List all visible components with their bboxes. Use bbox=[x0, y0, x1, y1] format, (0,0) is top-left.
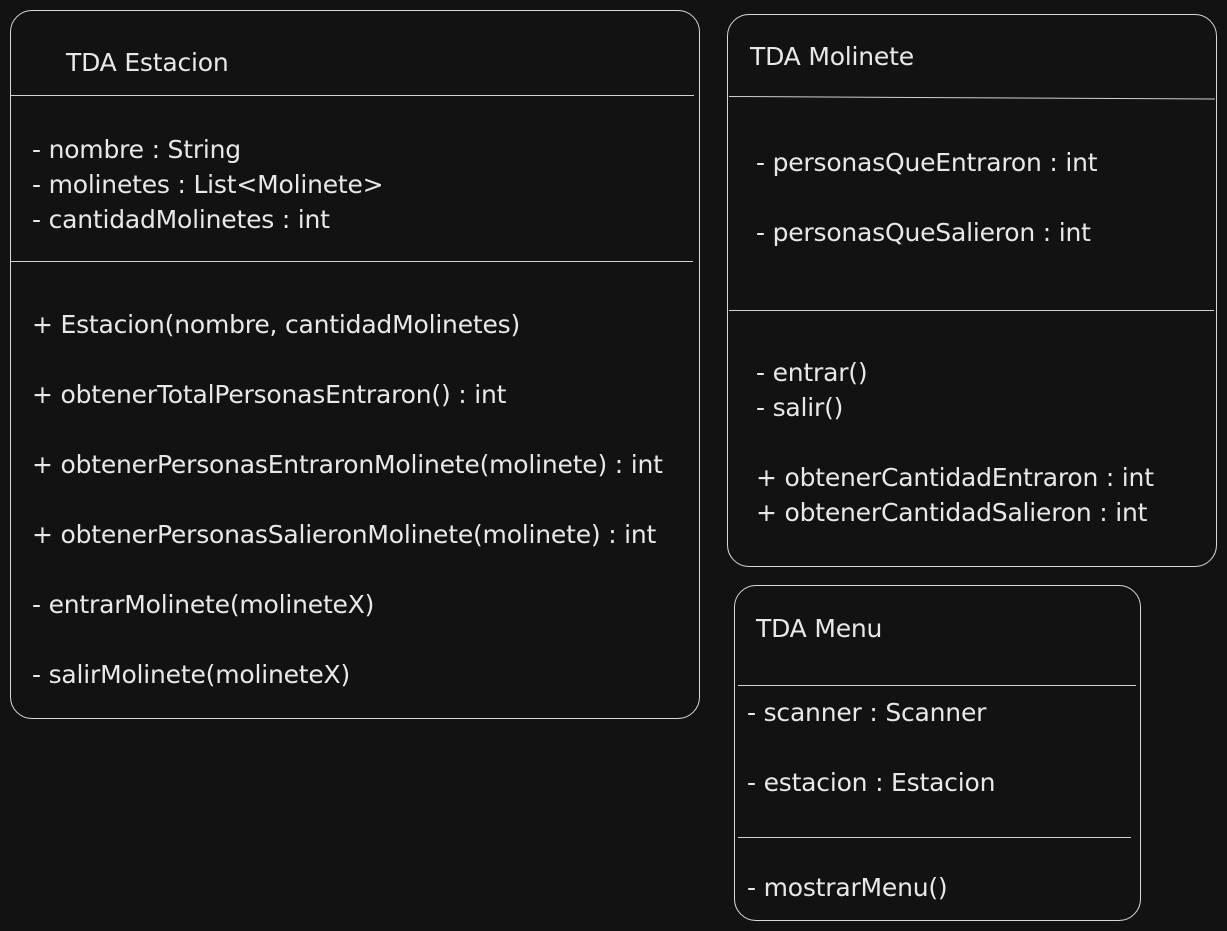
method-obtener-personas-salieron-molinete: + obtenerPersonasSalieronMolinete(moline… bbox=[32, 520, 657, 549]
class-title-molinete: TDA Molinete bbox=[750, 42, 914, 71]
attribute-nombre: - nombre : String bbox=[32, 135, 241, 164]
attributes-divider-estacion bbox=[11, 261, 693, 262]
attribute-molinetes: - molinetes : List<Molinete> bbox=[32, 170, 384, 199]
title-divider-menu bbox=[738, 685, 1136, 686]
method-constructor-estacion: + Estacion(nombre, cantidadMolinetes) bbox=[32, 310, 521, 339]
attribute-personas-que-salieron: - personasQueSalieron : int bbox=[756, 218, 1091, 247]
attribute-personas-que-entraron: - personasQueEntraron : int bbox=[756, 148, 1098, 177]
class-title-menu: TDA Menu bbox=[756, 614, 883, 643]
method-entrar: - entrar() bbox=[756, 358, 868, 387]
method-obtener-cantidad-entraron: + obtenerCantidadEntraron : int bbox=[756, 463, 1154, 492]
class-title-estacion: TDA Estacion bbox=[66, 48, 229, 77]
title-divider-estacion bbox=[11, 95, 694, 96]
method-mostrar-menu: - mostrarMenu() bbox=[747, 873, 948, 902]
method-obtener-cantidad-salieron: + obtenerCantidadSalieron : int bbox=[756, 498, 1148, 527]
method-obtener-personas-entraron-molinete: + obtenerPersonasEntraronMolinete(moline… bbox=[32, 450, 663, 479]
method-obtener-total-personas-entraron: + obtenerTotalPersonasEntraron() : int bbox=[32, 380, 507, 409]
method-entrar-molinete: - entrarMolinete(molineteX) bbox=[32, 590, 375, 619]
attribute-cantidad-molinetes: - cantidadMolinetes : int bbox=[32, 205, 330, 234]
attribute-scanner: - scanner : Scanner bbox=[747, 698, 987, 727]
attributes-divider-molinete bbox=[729, 310, 1214, 311]
method-salir-molinete: - salirMolinete(molineteX) bbox=[32, 660, 351, 689]
method-salir: - salir() bbox=[756, 393, 844, 422]
attribute-estacion: - estacion : Estacion bbox=[747, 768, 996, 797]
attributes-divider-menu bbox=[738, 837, 1131, 838]
